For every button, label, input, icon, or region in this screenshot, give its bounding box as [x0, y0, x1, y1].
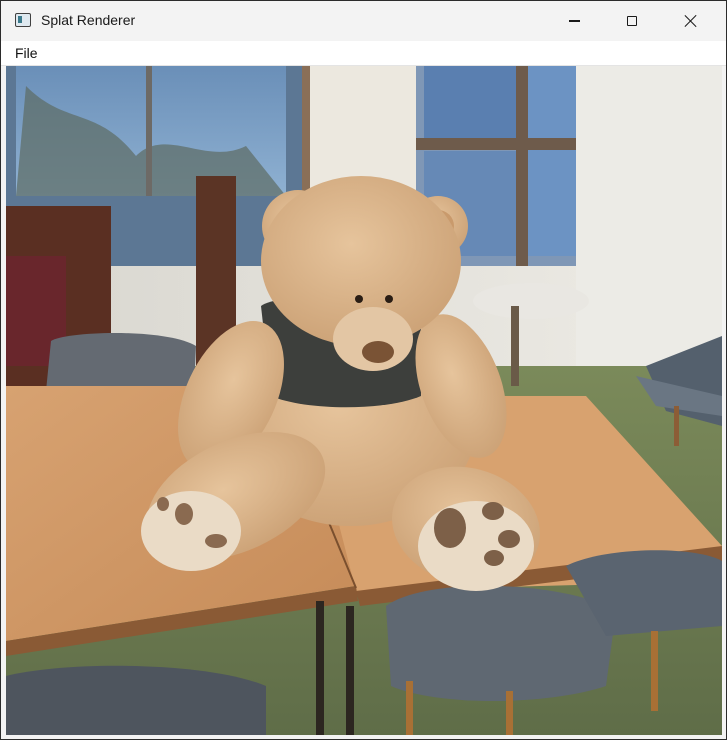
maximize-button[interactable]: [603, 1, 661, 41]
app-icon: [15, 13, 31, 27]
maximize-icon: [627, 16, 637, 26]
menu-bar: File: [1, 41, 726, 66]
app-window: Splat Renderer File: [0, 0, 727, 740]
window-title: Splat Renderer: [41, 12, 136, 28]
menu-file[interactable]: File: [7, 43, 46, 63]
render-scene: [6, 66, 722, 735]
close-button[interactable]: [661, 1, 719, 41]
title-bar[interactable]: Splat Renderer: [1, 1, 726, 41]
close-icon: [683, 14, 697, 28]
render-viewport[interactable]: [6, 66, 722, 735]
minimize-icon: [568, 20, 580, 22]
minimize-button[interactable]: [545, 1, 603, 41]
